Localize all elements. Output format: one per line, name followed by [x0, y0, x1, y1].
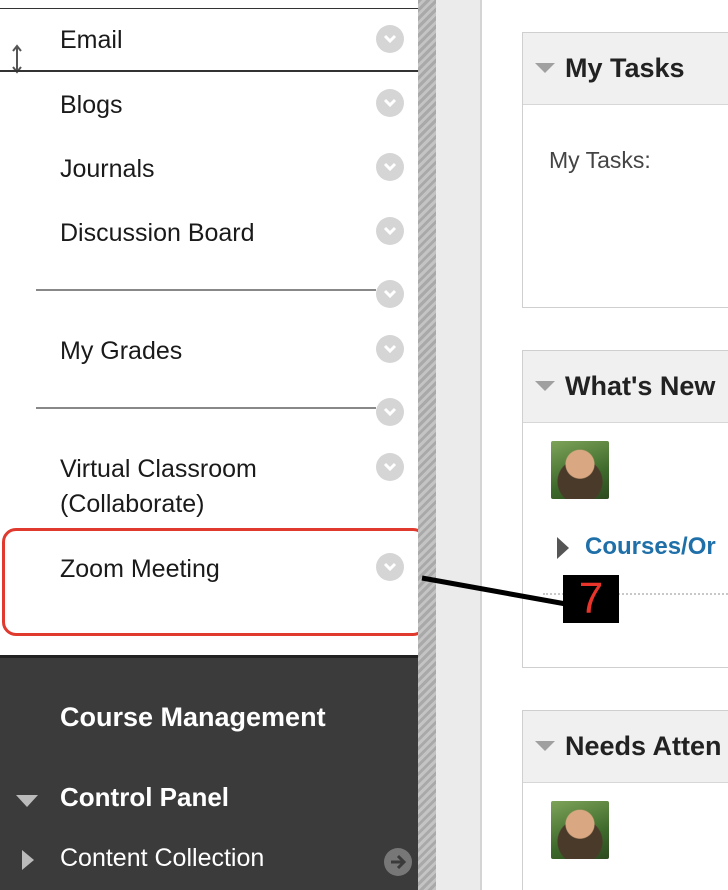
- page-root: Email Blogs Journals Discussion Board My…: [0, 0, 728, 890]
- callout-number-badge: 7: [563, 575, 619, 623]
- callout-connector: [421, 575, 567, 607]
